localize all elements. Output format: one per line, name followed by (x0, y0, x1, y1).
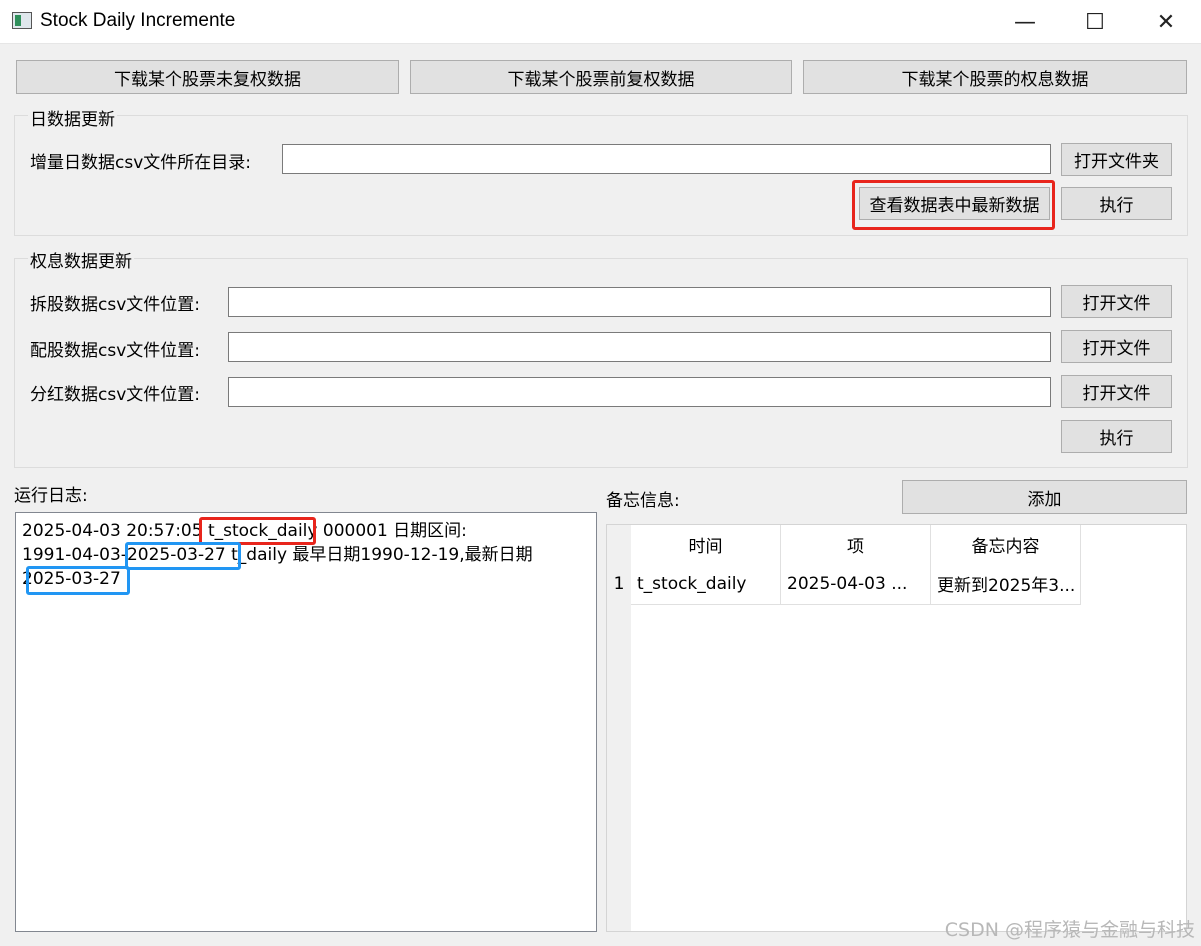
table-cell[interactable]: 更新到2025年3... (931, 563, 1081, 605)
log-timestamp: 2025-04-03 20:57:05 (22, 521, 208, 541)
app-icon (12, 12, 32, 29)
dir-input[interactable] (282, 144, 1051, 174)
title-bar: Stock Daily Incremente — ☐ ✕ (0, 0, 1201, 44)
row-number[interactable]: 1 (607, 563, 631, 605)
watermark: CSDN @程序猿与金融与科技 (944, 919, 1195, 941)
log-start-date: 1991-04-03- (22, 545, 127, 565)
log-label: 运行日志: (14, 486, 88, 506)
open-folder-button[interactable]: 打开文件夹 (1061, 143, 1172, 176)
allotment-file-input[interactable] (228, 332, 1051, 362)
download-unadjusted-button[interactable]: 下载某个股票未复权数据 (16, 60, 399, 94)
dividend-open-file-button[interactable]: 打开文件 (1061, 375, 1172, 408)
highlight-box (125, 542, 241, 570)
log-daily-summary: t_daily 最早日期1990-12-19,最新日期 (225, 545, 533, 565)
download-forward-adjusted-button[interactable]: 下载某个股票前复权数据 (410, 60, 792, 94)
memo-table[interactable]: 时间 项 备忘内容 1 t_stock_daily 2025-04-03 ...… (606, 524, 1187, 932)
split-label: 拆股数据csv文件位置: (30, 295, 200, 315)
column-header-content[interactable]: 备忘内容 (931, 525, 1081, 563)
column-header-item[interactable]: 项 (781, 525, 931, 563)
allotment-open-file-button[interactable]: 打开文件 (1061, 330, 1172, 363)
highlight-box (852, 180, 1055, 230)
table-cell[interactable]: 2025-04-03 ... (781, 563, 931, 605)
allotment-label: 配股数据csv文件位置: (30, 341, 200, 361)
highlight-box (199, 517, 316, 545)
log-code-range: 000001 日期区间: (317, 521, 467, 541)
split-open-file-button[interactable]: 打开文件 (1061, 285, 1172, 318)
daily-execute-button[interactable]: 执行 (1061, 187, 1172, 220)
daily-group-title: 日数据更新 (28, 105, 117, 130)
rights-group-title: 权息数据更新 (28, 247, 134, 272)
dividend-file-input[interactable] (228, 377, 1051, 407)
dir-label: 增量日数据csv文件所在目录: (30, 153, 251, 173)
close-button[interactable]: ✕ (1131, 0, 1201, 44)
table-cell[interactable]: t_stock_daily (631, 563, 781, 605)
rights-execute-button[interactable]: 执行 (1061, 420, 1172, 453)
maximize-button[interactable]: ☐ (1060, 0, 1130, 44)
window-title: Stock Daily Incremente (40, 10, 236, 31)
log-line: 1991-04-03-2025-03-27 t_daily 最早日期1990-1… (22, 543, 533, 567)
memo-label: 备忘信息: (606, 491, 680, 511)
add-memo-button[interactable]: 添加 (902, 480, 1187, 514)
split-file-input[interactable] (228, 287, 1051, 317)
dividend-label: 分红数据csv文件位置: (30, 385, 200, 405)
minimize-button[interactable]: — (990, 0, 1060, 44)
download-rights-data-button[interactable]: 下载某个股票的权息数据 (803, 60, 1187, 94)
highlight-box (26, 566, 130, 595)
column-header-time[interactable]: 时间 (631, 525, 781, 563)
